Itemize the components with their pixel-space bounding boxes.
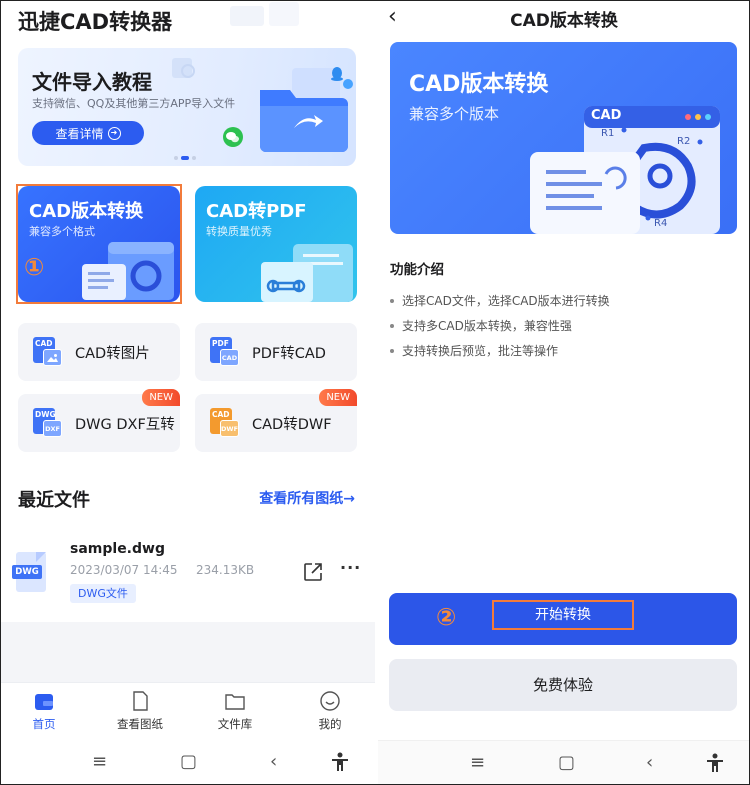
feature-subtitle: 兼容多个格式 [29, 225, 95, 238]
tool-icon-tag: DWF [220, 420, 239, 437]
nav-home[interactable]: 首页 [4, 691, 84, 732]
intro-item: 支持转换后预览，批注等操作 [390, 338, 610, 363]
import-tutorial-banner[interactable]: 文件导入教程 支持微信、QQ及其他第三方APP导入文件 查看详情 ➜ [18, 48, 356, 166]
tool-label: CAD转DWF [252, 416, 332, 433]
nav-label: 首页 [32, 717, 56, 731]
file-type-badge: DWG文件 [70, 584, 136, 603]
view-details-label: 查看详情 [55, 126, 104, 141]
tool-pdf-to-cad[interactable]: PDF CAD PDF转CAD [195, 323, 357, 381]
step-2-marker: ② [436, 603, 457, 631]
hero-window-label: CAD [591, 108, 622, 123]
recent-files-title: 最近文件 [18, 490, 90, 511]
hero-label-r2: R2 [677, 136, 691, 147]
intro-item: 支持多CAD版本转换，兼容性强 [390, 313, 610, 338]
nav-profile[interactable]: 我的 [290, 691, 370, 732]
profile-icon [320, 691, 340, 711]
feature-subtitle: 转换质量优秀 [206, 225, 272, 238]
cad-version-illustration-icon [530, 106, 720, 234]
app-title: 迅捷CAD转换器 [18, 10, 173, 34]
cad-to-pdf-card[interactable]: CAD转PDF 转换质量优秀 [195, 186, 357, 302]
menu-icon[interactable]: ≡ [92, 751, 107, 772]
file-icon-tag: DWG [12, 565, 42, 579]
page-title: CAD版本转换 [510, 11, 618, 31]
free-trial-button[interactable]: 免费体验 [389, 659, 737, 711]
pagination-dot-active [181, 156, 189, 160]
view-all-label: 查看所有图纸 [259, 491, 344, 507]
accessibility-icon[interactable] [706, 753, 724, 773]
intro-list: 选择CAD文件，选择CAD版本进行转换 支持多CAD版本转换，兼容性强 支持转换… [390, 288, 610, 363]
hero-label-r4: R4 [654, 218, 668, 229]
more-options-icon[interactable]: ··· [340, 558, 361, 577]
banner-subtitle: 支持微信、QQ及其他第三方APP导入文件 [32, 97, 236, 110]
tool-label: CAD转图片 [75, 345, 150, 362]
cad-version-convert-card[interactable]: CAD版本转换 兼容多个格式 [18, 186, 180, 302]
qq-icon [331, 67, 343, 81]
tool-cad-to-dwf[interactable]: NEW CAD DWF CAD转DWF [195, 389, 357, 452]
wechat-icon [223, 127, 243, 147]
feature-title: CAD版本转换 [29, 201, 144, 222]
tool-icon-tag: CAD [220, 349, 239, 366]
system-nav-bar: ≡ ▢ ‹ [0, 740, 375, 785]
left-screen: 迅捷CAD转换器 文件导入教程 支持微信、QQ及其他第三方APP导入文件 查看详… [0, 0, 375, 785]
home-icon [35, 694, 53, 710]
hero-title: CAD版本转换 [409, 72, 549, 97]
file-name: sample.dwg [70, 541, 165, 557]
file-size: 234.13KB [196, 563, 255, 577]
intro-item: 选择CAD文件，选择CAD版本进行转换 [390, 288, 610, 313]
start-convert-label: 开始转换 [492, 600, 634, 630]
back-icon[interactable]: ‹ [270, 751, 277, 772]
banner-title: 文件导入教程 [32, 70, 152, 94]
back-icon[interactable]: ‹ [646, 752, 653, 773]
arrow-right-icon: ➜ [107, 126, 121, 140]
drawing-icon [133, 691, 148, 711]
nav-label: 查看图纸 [117, 717, 163, 731]
pagination-dot [192, 156, 196, 160]
cad-to-dwf-icon: CAD DWF [210, 408, 240, 438]
hero-banner: CAD版本转换 兼容多个版本 CAD R1 R2 R4 [390, 42, 737, 234]
new-badge: NEW [142, 389, 180, 406]
dwg-file-icon: DWG [12, 552, 48, 594]
nav-label: 文件库 [217, 717, 253, 731]
arrow-right-icon: → [343, 491, 355, 507]
tool-icon-tag: DXF [43, 420, 62, 437]
image-icon [43, 349, 62, 366]
new-badge: NEW [319, 389, 357, 406]
system-nav-bar: ≡ ▢ ‹ [378, 740, 750, 785]
share-icon[interactable] [303, 562, 323, 582]
recent-file-row[interactable]: DWG sample.dwg 2023/03/07 14:45 234.13KB… [0, 530, 375, 622]
nav-view-drawings[interactable]: 查看图纸 [100, 691, 180, 732]
folder-icon [225, 694, 245, 710]
pdf-to-cad-icon: PDF CAD [210, 337, 240, 367]
menu-icon[interactable]: ≡ [470, 752, 485, 773]
accessibility-icon[interactable] [331, 752, 349, 772]
file-date: 2023/03/07 14:45 [70, 563, 178, 577]
hero-label-r1: R1 [601, 128, 615, 139]
hero-subtitle: 兼容多个版本 [409, 105, 500, 123]
cad-to-image-icon: CAD [33, 337, 63, 367]
nav-label: 我的 [318, 717, 342, 731]
banner-pagination [174, 156, 196, 160]
home-square-icon[interactable]: ▢ [558, 752, 575, 773]
intro-title: 功能介绍 [390, 262, 444, 278]
tool-label: DWG DXF互转 [75, 416, 175, 433]
step-1-marker: ① [24, 253, 45, 281]
right-screen: ‹ CAD版本转换 CAD版本转换 兼容多个版本 CAD R1 R2 R4 功能… [378, 0, 750, 785]
search-deco-icon [172, 58, 195, 78]
pagination-dot [174, 156, 178, 160]
feature-title: CAD转PDF [206, 201, 307, 222]
cad-window-illustration-icon [82, 242, 174, 300]
home-square-icon[interactable]: ▢ [180, 751, 197, 772]
decor-graphic [230, 2, 299, 26]
tool-cad-to-image[interactable]: CAD CAD转图片 [18, 323, 180, 381]
pdf-illustration-icon [261, 244, 353, 302]
dwg-dxf-icon: DWG DXF [33, 408, 63, 438]
nav-file-library[interactable]: 文件库 [195, 691, 275, 732]
view-details-button[interactable]: 查看详情 ➜ [32, 121, 144, 145]
screen-divider [375, 0, 378, 785]
tool-dwg-dxf-convert[interactable]: NEW DWG DXF DWG DXF互转 [18, 389, 180, 452]
view-all-drawings-link[interactable]: 查看所有图纸→ [259, 488, 355, 508]
tool-label: PDF转CAD [252, 345, 326, 362]
bottom-nav: 首页 查看图纸 文件库 我的 [0, 682, 375, 740]
